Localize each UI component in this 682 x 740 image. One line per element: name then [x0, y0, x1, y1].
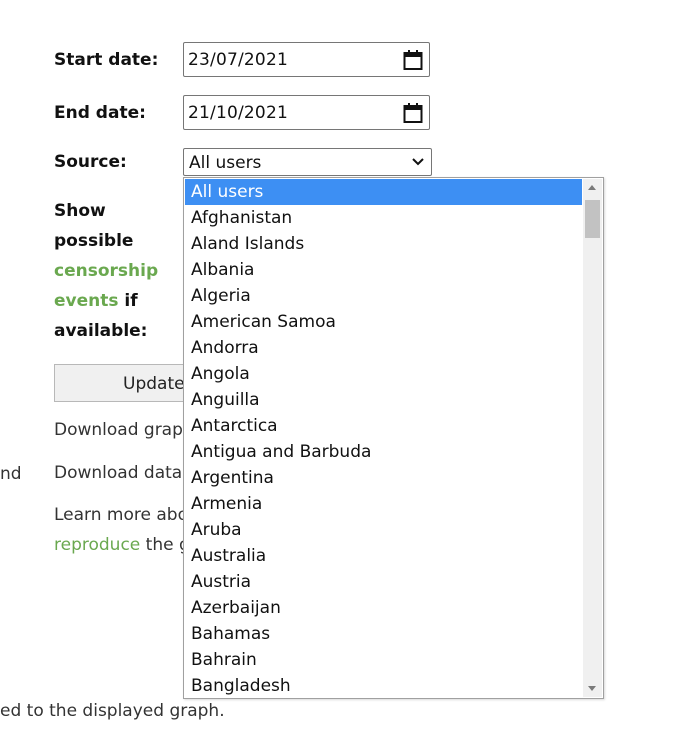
scroll-up-arrow-icon[interactable] [588, 185, 596, 190]
dropdown-option[interactable]: Antarctica [185, 413, 582, 439]
dropdown-option[interactable]: Albania [185, 257, 582, 283]
start-date-input[interactable]: 23/07/2021 [183, 42, 430, 77]
source-dropdown-list[interactable]: All users Afghanistan Aland Islands Albania… [183, 177, 604, 699]
cut-left-text: nd [0, 464, 22, 484]
dropdown-option[interactable]: Azerbaijan [185, 595, 582, 621]
source-select[interactable]: All users [183, 148, 432, 176]
calendar-icon[interactable] [403, 49, 423, 71]
dropdown-option[interactable]: Bangladesh [185, 673, 582, 698]
scroll-down-arrow-icon[interactable] [588, 686, 596, 691]
download-data-link[interactable]: Download data [54, 463, 182, 483]
dropdown-option[interactable]: Afghanistan [185, 205, 582, 231]
dropdown-option[interactable]: Armenia [185, 491, 582, 517]
censorship-events-link-line2[interactable]: events [54, 291, 119, 311]
scrollbar-thumb[interactable] [585, 200, 600, 238]
censorship-label-line5: available: [54, 321, 148, 341]
dropdown-option[interactable]: Bahamas [185, 621, 582, 647]
censorship-label-line2: possible [54, 231, 134, 251]
end-date-label: End date: [54, 103, 146, 123]
dropdown-option[interactable]: Argentina [185, 465, 582, 491]
calendar-icon[interactable] [403, 102, 423, 124]
update-button[interactable]: Update [54, 364, 194, 402]
censorship-label-line1: Show [54, 201, 106, 221]
dropdown-option[interactable]: Aland Islands [185, 231, 582, 257]
dropdown-option[interactable]: Antigua and Barbuda [185, 439, 582, 465]
dropdown-option[interactable]: Anguilla [185, 387, 582, 413]
dropdown-option-selected[interactable]: All users [185, 179, 582, 205]
reproduce-link[interactable]: reproduce [54, 535, 140, 555]
source-label: Source: [54, 152, 127, 172]
dropdown-option[interactable]: Aruba [185, 517, 582, 543]
source-select-value: All users [189, 153, 262, 173]
download-graph-link[interactable]: Download graph [54, 420, 194, 440]
start-date-value: 23/07/2021 [188, 50, 288, 70]
dropdown-option[interactable]: Australia [185, 543, 582, 569]
dropdown-option[interactable]: Angola [185, 361, 582, 387]
end-date-input[interactable]: 21/10/2021 [183, 95, 430, 130]
dropdown-option[interactable]: Algeria [185, 283, 582, 309]
censorship-if-text: if [118, 291, 138, 311]
dropdown-option[interactable]: Andorra [185, 335, 582, 361]
update-button-label: Update [123, 374, 185, 394]
dropdown-option[interactable]: American Samoa [185, 309, 582, 335]
censorship-events-link-line1[interactable]: censorship [54, 261, 158, 281]
dropdown-option[interactable]: Austria [185, 569, 582, 595]
dropdown-option[interactable]: Bahrain [185, 647, 582, 673]
dropdown-scrollbar[interactable] [583, 179, 602, 697]
censorship-label-line4: events if [54, 291, 138, 311]
end-date-value: 21/10/2021 [188, 103, 288, 123]
reproduce-line: reproduce the g [54, 535, 190, 555]
page: Start date: 23/07/2021 End date: 21/10/2… [0, 0, 682, 740]
bottom-note-text: ed to the displayed graph. [0, 701, 225, 721]
start-date-label: Start date: [54, 50, 159, 70]
chevron-down-icon [412, 158, 424, 166]
